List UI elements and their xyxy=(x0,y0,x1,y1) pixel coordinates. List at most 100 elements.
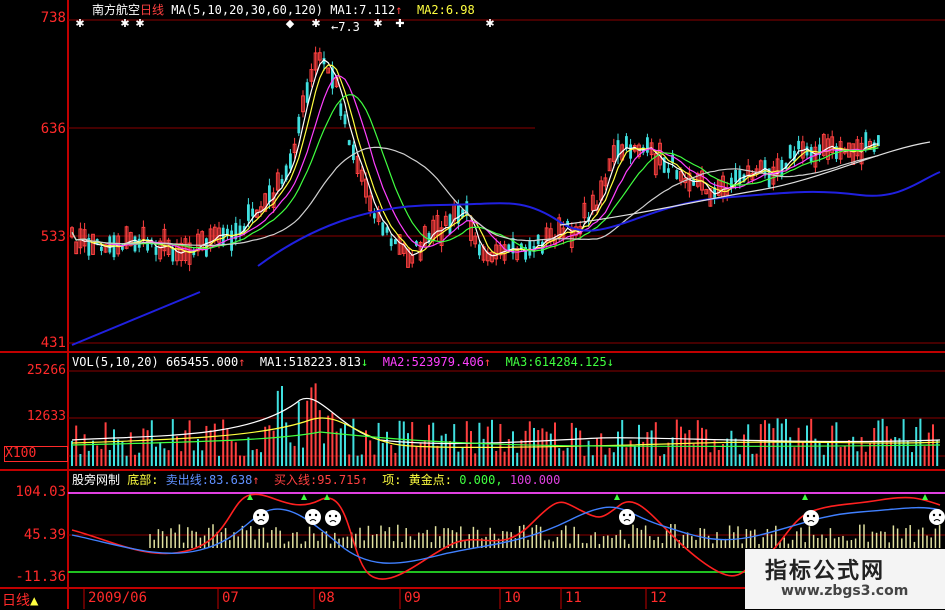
indicator-axis-104: 104.03 xyxy=(15,484,66,500)
signal-face-eye xyxy=(308,513,312,517)
up-arrow-icon: ↑ xyxy=(238,355,246,369)
candle-body xyxy=(347,140,351,146)
candle-body xyxy=(289,153,292,169)
vol-ma3-value: 614284.125 xyxy=(534,355,607,369)
price-axis-738: 738 xyxy=(40,10,66,26)
price-candlesticks xyxy=(70,46,880,272)
price-axis-533: 533 xyxy=(40,229,66,245)
vol-ma3-label: MA3: xyxy=(505,355,535,369)
ma-line xyxy=(71,58,879,257)
candle-body xyxy=(280,179,284,184)
vol-ma1-value: 518223.813 xyxy=(288,355,362,369)
signal-marker-icon: ✱ xyxy=(75,17,84,30)
candle-body xyxy=(100,246,103,251)
period-switch[interactable]: 日线▲ xyxy=(2,590,38,610)
period-label[interactable]: 日线 xyxy=(140,3,164,17)
candle-body xyxy=(154,246,158,255)
candle-body xyxy=(373,213,376,219)
signal-face-icon xyxy=(619,509,635,525)
vol-ma2-value: 523979.406 xyxy=(411,355,484,369)
sell-line-value: 83.638 xyxy=(208,473,253,487)
indicator-header: 股旁网制 底部: 卖出线:83.638↑, 买入线:95.715↑, 项: 黄金… xyxy=(72,473,561,487)
volume-bars xyxy=(71,383,939,466)
signal-face-eye xyxy=(314,513,318,517)
signal-face-eye xyxy=(806,514,810,518)
ma1-value: 7.112 xyxy=(359,3,396,17)
candle-body xyxy=(297,116,301,134)
signal-face-icon xyxy=(325,510,341,526)
peak-price-label: ←7.3 xyxy=(331,20,360,34)
up-arrow-icon: ↑ xyxy=(395,3,403,17)
signal-face-eye xyxy=(256,513,260,517)
price-header: 南方航空日线 MA(5,10,20,30,60,120) MA1:7.112↑,… xyxy=(92,3,475,17)
candle-body xyxy=(251,208,254,217)
signal-face-eye xyxy=(932,513,936,517)
signal-marker-icon: ✱ xyxy=(373,17,382,30)
volume-axis-12633: 12633 xyxy=(26,409,66,424)
moving-average-lines xyxy=(71,58,941,346)
ma2-value: 6.98 xyxy=(445,3,475,17)
candle-body xyxy=(305,82,309,103)
chart-canvas[interactable]: ✱ ✱ ✱ ◆ ✱ ✱ ✚ ✱ xyxy=(0,0,945,609)
signal-face-eye xyxy=(328,514,332,518)
volume-ma-lines xyxy=(71,397,941,448)
triangle-up-icon: ▲ xyxy=(30,593,39,609)
signal-marker-icon: ✱ xyxy=(120,17,129,30)
candle-body xyxy=(381,222,385,236)
up-arrow-icon: ↑ xyxy=(483,355,492,369)
candle-body xyxy=(675,170,679,179)
ma120-line xyxy=(71,291,201,346)
signal-face-icon xyxy=(253,509,269,525)
candle-body xyxy=(389,238,393,247)
candle-body xyxy=(797,140,800,150)
volume-axis-25266: 25266 xyxy=(26,363,66,378)
candle-body xyxy=(625,136,628,149)
period-switch-label: 日线 xyxy=(2,593,30,609)
indicator-axis-neg11: -11.36 xyxy=(15,569,66,585)
signal-face-icon xyxy=(305,509,321,525)
candle-body xyxy=(528,240,532,256)
candle-body xyxy=(629,144,632,159)
signal-markers: ✱ ✱ ✱ ◆ ✱ ✱ ✚ ✱ xyxy=(75,17,494,30)
time-axis-label: 12 xyxy=(650,590,667,606)
signal-marker-icon: ✱ xyxy=(485,17,494,30)
signal-triangle-icon xyxy=(922,494,928,500)
candle-body xyxy=(339,103,343,116)
signal-face-eye xyxy=(334,514,338,518)
signal-face-icon xyxy=(803,510,819,526)
volume-unit-badge: X100 xyxy=(4,446,68,462)
vol-ma1-label: MA1: xyxy=(259,355,289,369)
sell-line-label: 卖出线: xyxy=(165,473,209,487)
signal-triangle-icon xyxy=(301,494,307,500)
time-axis-label: 10 xyxy=(504,590,521,606)
candle-body xyxy=(171,248,175,262)
candle-body xyxy=(352,144,355,161)
indicator-name[interactable]: 股旁网制 xyxy=(72,473,120,487)
signal-face-eye xyxy=(938,513,942,517)
ma2-label: MA2: xyxy=(416,3,446,17)
signal-marker-icon: ◆ xyxy=(286,17,295,30)
signal-triangle-icon xyxy=(324,494,330,500)
volume-header: VOL(5,10,20) 665455.000↑, MA1:518223.813… xyxy=(72,355,614,369)
vol-ma2-label: MA2: xyxy=(382,355,412,369)
price-axis-636: 636 xyxy=(40,121,66,137)
signal-marker-icon: ✱ xyxy=(135,17,144,30)
grid-lines xyxy=(68,19,945,573)
signal-face-eye xyxy=(628,513,632,517)
stock-name[interactable]: 南方航空 xyxy=(92,3,140,17)
up-arrow-icon: ↑ xyxy=(360,473,368,487)
time-axis-label: 09 xyxy=(404,590,421,606)
signal-face-eye xyxy=(622,513,626,517)
candle-body xyxy=(734,169,737,183)
candle-body xyxy=(247,204,250,221)
vol-label[interactable]: VOL(5,10,20) xyxy=(72,355,159,369)
time-axis-label: 11 xyxy=(565,590,582,606)
ma1-label: MA1: xyxy=(330,3,360,17)
bottom-label: 底部: xyxy=(127,473,159,487)
down-arrow-icon: ↓ xyxy=(606,355,614,369)
candle-body xyxy=(667,168,670,173)
signal-triangle-icon xyxy=(614,494,620,500)
candle-body xyxy=(343,114,347,125)
watermark-url: www.zbgs3.com xyxy=(781,583,909,599)
buy-line-label: 买入线: xyxy=(274,473,318,487)
